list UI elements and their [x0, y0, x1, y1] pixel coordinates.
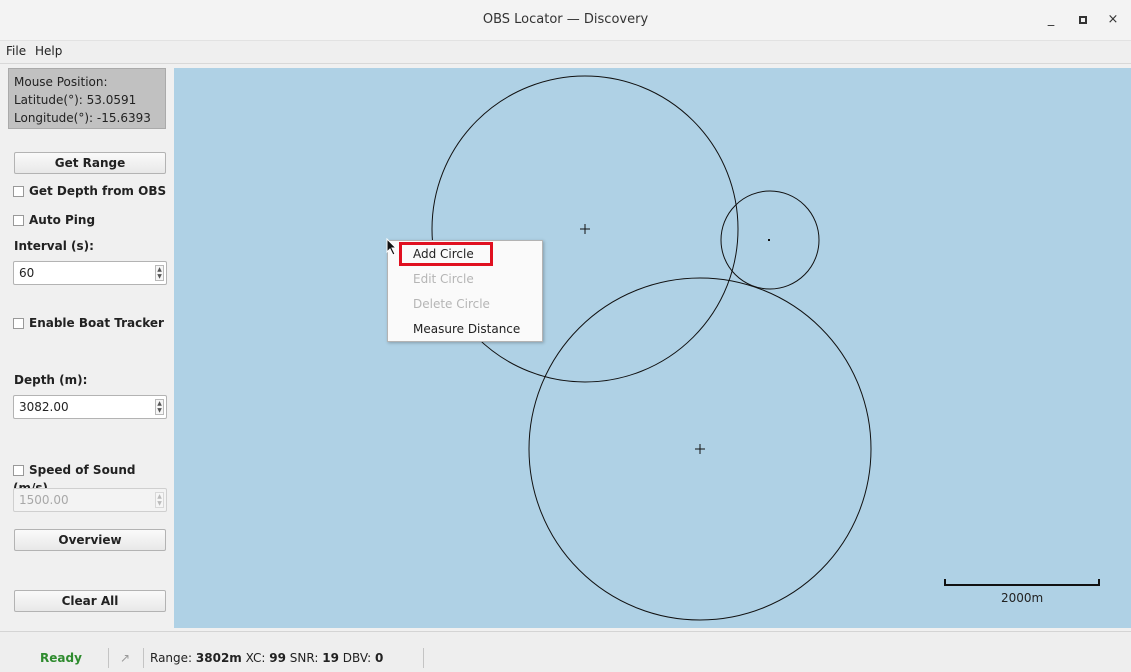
maximize-icon	[1079, 16, 1087, 24]
title-bar: OBS Locator — Discovery _ ×	[0, 0, 1131, 41]
get-depth-label: Get Depth from OBS	[29, 184, 167, 198]
get-depth-checkbox-row[interactable]: Get Depth from OBS	[13, 182, 166, 200]
depth-value: 3082.00	[19, 400, 69, 414]
sidebar: Mouse Position: Latitude(°): 53.0591 Lon…	[8, 68, 168, 623]
mouse-position-header: Mouse Position:	[14, 75, 108, 89]
menu-help[interactable]: Help	[35, 44, 62, 58]
interval-spinbox[interactable]: 60 ▲ ▼	[13, 261, 167, 285]
context-item-delete-circle: Delete Circle	[413, 297, 490, 311]
depth-stepper[interactable]: ▲ ▼	[155, 399, 164, 415]
interval-label: Interval (s):	[14, 239, 94, 253]
snr-value: 19	[322, 651, 339, 665]
clear-all-button[interactable]: Clear All	[14, 590, 166, 612]
speed-of-sound-value: 1500.00	[19, 493, 69, 507]
mouse-position-panel: Mouse Position: Latitude(°): 53.0591 Lon…	[8, 68, 166, 129]
range-label: Range:	[150, 651, 193, 665]
xc-value: 99	[269, 651, 286, 665]
maximize-button[interactable]	[1075, 12, 1091, 28]
circle-2-center-marker	[768, 239, 770, 241]
status-arrow-icon: ↗	[120, 651, 131, 665]
map-drawing	[431, 75, 1100, 621]
dbv-label: DBV:	[342, 651, 372, 665]
auto-ping-checkbox-row[interactable]: Auto Ping	[13, 211, 95, 229]
speed-of-sound-checkbox-row[interactable]: Speed of Sound (m/s)	[13, 461, 168, 495]
boat-tracker-checkbox[interactable]	[13, 318, 24, 329]
boat-tracker-label: Enable Boat Tracker	[29, 316, 164, 330]
mouse-latitude: Latitude(°): 53.0591	[14, 93, 137, 107]
close-button[interactable]: ×	[1105, 12, 1121, 28]
boat-tracker-checkbox-row[interactable]: Enable Boat Tracker	[13, 314, 164, 332]
overview-button[interactable]: Overview	[14, 529, 166, 551]
depth-spinbox[interactable]: 3082.00 ▲ ▼	[13, 395, 167, 419]
context-item-edit-circle: Edit Circle	[413, 272, 474, 286]
interval-value: 60	[19, 266, 35, 280]
auto-ping-label: Auto Ping	[29, 213, 96, 227]
scale-bar	[944, 579, 1100, 586]
add-circle-highlight	[399, 242, 493, 266]
xc-label: XC:	[245, 651, 266, 665]
mouse-longitude: Longitude(°): -15.6393	[14, 111, 151, 125]
get-range-button[interactable]: Get Range	[14, 152, 166, 174]
menu-bar: File Help	[0, 41, 1131, 64]
speed-of-sound-checkbox[interactable]	[13, 465, 24, 476]
auto-ping-checkbox[interactable]	[13, 215, 24, 226]
interval-stepper[interactable]: ▲ ▼	[155, 265, 164, 281]
status-readout: Range: 3802m XC: 99 SNR: 19 DBV: 0	[150, 651, 383, 665]
window-title: OBS Locator — Discovery	[482, 12, 649, 27]
status-state: Ready	[40, 651, 82, 665]
map-canvas[interactable]: 2000m	[174, 68, 1131, 628]
menu-file[interactable]: File	[6, 44, 26, 58]
get-depth-checkbox[interactable]	[13, 186, 24, 197]
mouse-cursor-icon	[386, 237, 398, 259]
minimize-button[interactable]: _	[1043, 12, 1059, 28]
speed-of-sound-spinbox: 1500.00 ▲ ▼	[13, 488, 167, 512]
status-bar: Ready ↗ Range: 3802m XC: 99 SNR: 19 DBV:…	[0, 631, 1131, 672]
scale-label: 2000m	[1001, 591, 1044, 605]
depth-label: Depth (m):	[14, 373, 88, 387]
dbv-value: 0	[374, 651, 384, 665]
snr-label: SNR:	[289, 651, 319, 665]
context-item-measure-distance[interactable]: Measure Distance	[413, 322, 520, 336]
speed-of-sound-stepper: ▲ ▼	[155, 492, 164, 508]
range-value: 3802m	[195, 651, 242, 665]
